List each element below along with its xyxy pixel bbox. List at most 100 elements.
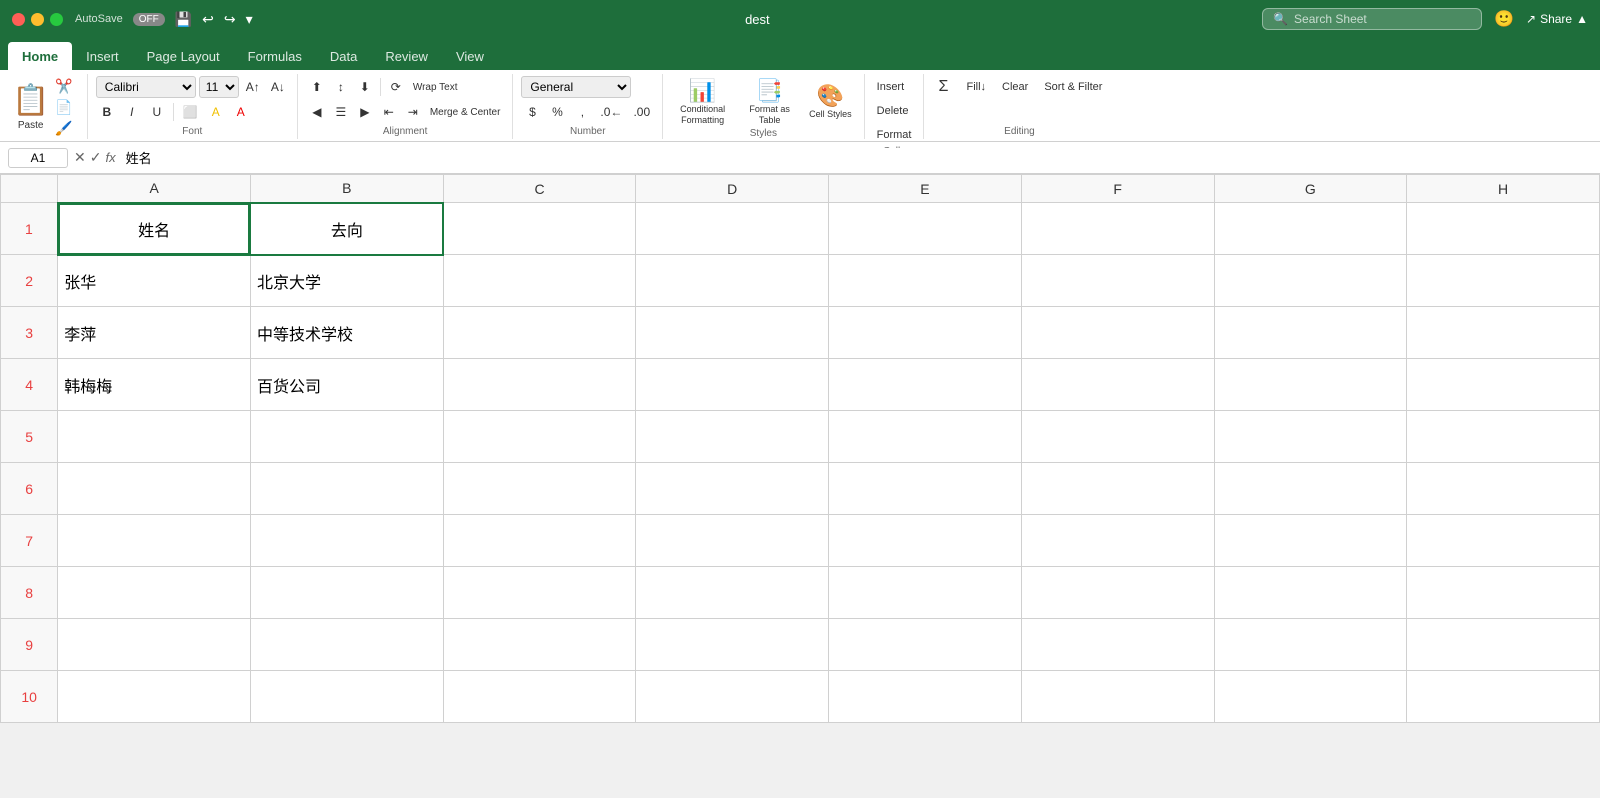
col-header-b[interactable]: B <box>250 175 443 203</box>
cell-B8[interactable] <box>250 567 443 619</box>
cell-A2[interactable]: 张华 <box>58 255 251 307</box>
auto-sum-btn[interactable]: Σ <box>932 76 954 98</box>
cell-C9[interactable] <box>443 619 636 671</box>
cell-H4[interactable] <box>1407 359 1600 411</box>
row-header-9[interactable]: 9 <box>1 619 58 671</box>
align-right-btn[interactable]: ▶ <box>354 101 376 123</box>
customize-icon[interactable]: ▾ <box>246 11 253 28</box>
tab-home[interactable]: Home <box>8 42 72 70</box>
close-button[interactable] <box>12 13 25 26</box>
cancel-formula-icon[interactable]: ✕ <box>74 149 86 166</box>
cell-D3[interactable] <box>636 307 829 359</box>
cell-F7[interactable] <box>1021 515 1214 567</box>
paste-button[interactable]: 📋 Paste <box>12 74 49 139</box>
format-cells-btn[interactable]: Format <box>873 124 916 146</box>
tab-data[interactable]: Data <box>316 42 371 70</box>
cell-A8[interactable] <box>58 567 251 619</box>
align-center-btn[interactable]: ☰ <box>330 101 352 123</box>
cell-E8[interactable] <box>829 567 1022 619</box>
col-header-e[interactable]: E <box>829 175 1022 203</box>
sort-filter-btn[interactable]: Sort & Filter <box>1040 76 1106 98</box>
cell-B3[interactable]: 中等技术学校 <box>250 307 443 359</box>
col-header-a[interactable]: A <box>58 175 251 203</box>
cell-F4[interactable] <box>1021 359 1214 411</box>
cell-E10[interactable] <box>829 671 1022 723</box>
search-box[interactable]: 🔍 Search Sheet <box>1262 8 1482 30</box>
cell-D5[interactable] <box>636 411 829 463</box>
decrease-decimal-btn[interactable]: .0← <box>596 101 626 123</box>
share-button[interactable]: ↗ Share ▲ <box>1526 12 1588 26</box>
copy-icon[interactable]: 📄 <box>53 97 74 118</box>
number-format-select[interactable]: General <box>521 76 631 98</box>
autosave-state[interactable]: OFF <box>133 13 165 26</box>
align-bottom-btn[interactable]: ⬇ <box>354 76 376 98</box>
col-header-f[interactable]: F <box>1021 175 1214 203</box>
cell-D8[interactable] <box>636 567 829 619</box>
cell-F5[interactable] <box>1021 411 1214 463</box>
row-header-7[interactable]: 7 <box>1 515 58 567</box>
row-header-2[interactable]: 2 <box>1 255 58 307</box>
cell-G4[interactable] <box>1214 359 1407 411</box>
comma-btn[interactable]: , <box>571 101 593 123</box>
cell-C7[interactable] <box>443 515 636 567</box>
align-left-btn[interactable]: ◀ <box>306 101 328 123</box>
cell-C1[interactable] <box>443 203 636 255</box>
cell-A3[interactable]: 李萍 <box>58 307 251 359</box>
cell-A5[interactable] <box>58 411 251 463</box>
save-icon[interactable]: 💾 <box>175 11 192 28</box>
border-btn[interactable]: ⬜ <box>179 101 202 123</box>
cell-E6[interactable] <box>829 463 1022 515</box>
cell-G10[interactable] <box>1214 671 1407 723</box>
maximize-button[interactable] <box>50 13 63 26</box>
col-header-h[interactable]: H <box>1407 175 1600 203</box>
cell-D4[interactable] <box>636 359 829 411</box>
cell-G7[interactable] <box>1214 515 1407 567</box>
cell-F10[interactable] <box>1021 671 1214 723</box>
font-name-select[interactable]: Calibri <box>96 76 196 98</box>
align-top-btn[interactable]: ⬆ <box>306 76 328 98</box>
cell-A4[interactable]: 韩梅梅 <box>58 359 251 411</box>
cell-H5[interactable] <box>1407 411 1600 463</box>
insert-cells-btn[interactable]: Insert <box>873 76 909 98</box>
cell-B10[interactable] <box>250 671 443 723</box>
cell-D2[interactable] <box>636 255 829 307</box>
font-color-btn[interactable]: A <box>230 101 252 123</box>
cell-B1[interactable]: 去向 <box>250 203 443 255</box>
tab-page-layout[interactable]: Page Layout <box>133 42 234 70</box>
text-direction-btn[interactable]: ⟳ <box>385 76 407 98</box>
cell-G6[interactable] <box>1214 463 1407 515</box>
increase-indent-btn[interactable]: ⇥ <box>402 101 424 123</box>
cell-B2[interactable]: 北京大学 <box>250 255 443 307</box>
row-header-1[interactable]: 1 <box>1 203 58 255</box>
cell-F2[interactable] <box>1021 255 1214 307</box>
cell-D6[interactable] <box>636 463 829 515</box>
undo-icon[interactable]: ↩ <box>202 11 214 28</box>
cell-H6[interactable] <box>1407 463 1600 515</box>
tab-review[interactable]: Review <box>371 42 442 70</box>
fill-color-btn[interactable]: A <box>205 101 227 123</box>
cell-styles-btn[interactable]: 🎨 Cell Styles <box>805 81 856 122</box>
cell-A10[interactable] <box>58 671 251 723</box>
underline-button[interactable]: U <box>146 101 168 123</box>
increase-decimal-btn[interactable]: .00 <box>629 101 654 123</box>
wrap-text-btn[interactable]: Wrap Text <box>409 76 462 98</box>
cell-H3[interactable] <box>1407 307 1600 359</box>
confirm-formula-icon[interactable]: ✓ <box>90 149 102 166</box>
cell-H10[interactable] <box>1407 671 1600 723</box>
cell-A7[interactable] <box>58 515 251 567</box>
cell-H2[interactable] <box>1407 255 1600 307</box>
cell-C6[interactable] <box>443 463 636 515</box>
row-header-4[interactable]: 4 <box>1 359 58 411</box>
minimize-button[interactable] <box>31 13 44 26</box>
italic-button[interactable]: I <box>121 101 143 123</box>
cell-B6[interactable] <box>250 463 443 515</box>
cell-D9[interactable] <box>636 619 829 671</box>
tab-view[interactable]: View <box>442 42 498 70</box>
cell-E1[interactable] <box>829 203 1022 255</box>
font-size-select[interactable]: 11 <box>199 76 239 98</box>
cell-B5[interactable] <box>250 411 443 463</box>
cell-E7[interactable] <box>829 515 1022 567</box>
cell-C10[interactable] <box>443 671 636 723</box>
clear-btn[interactable]: Clear <box>998 76 1032 98</box>
cell-B4[interactable]: 百货公司 <box>250 359 443 411</box>
